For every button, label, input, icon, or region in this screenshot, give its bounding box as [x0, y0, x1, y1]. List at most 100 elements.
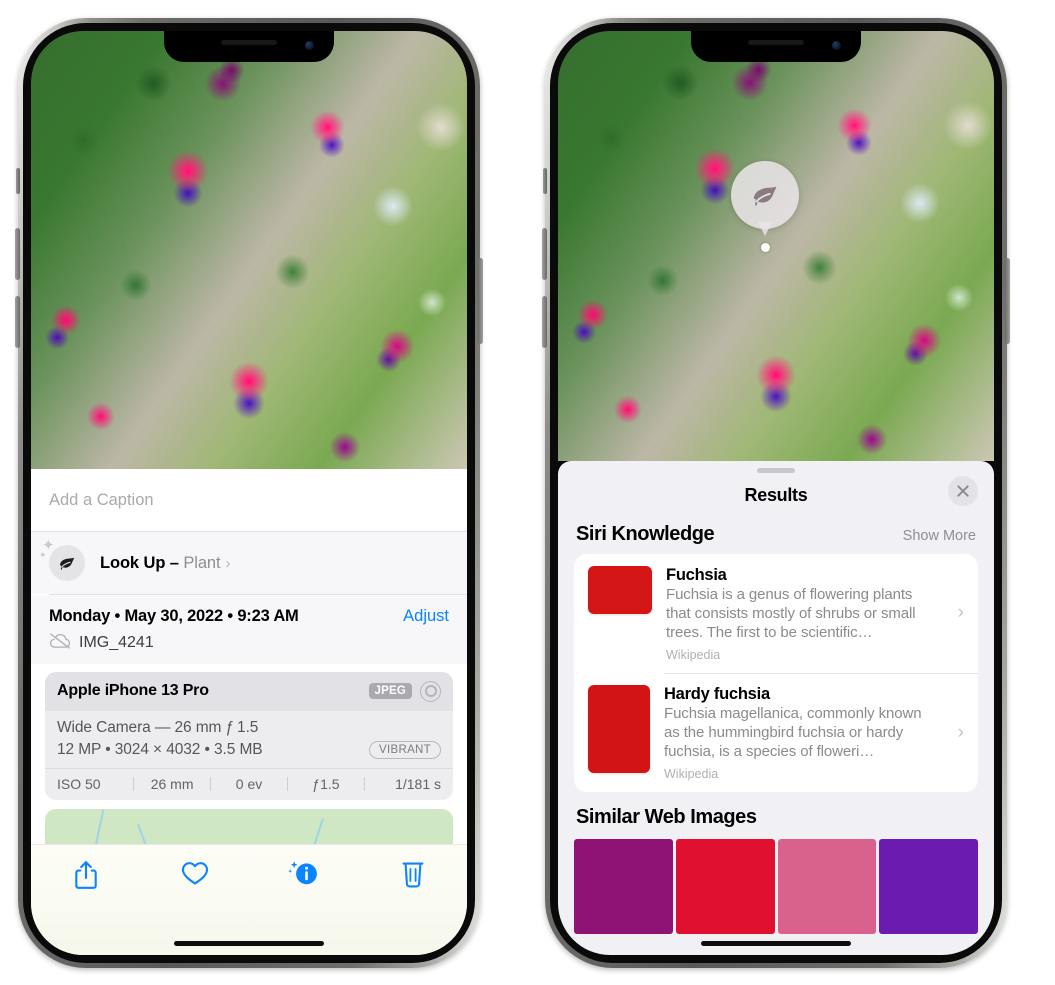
size-row: 12 MP • 3024 × 4032 • 3.5 MB VIBRANT: [57, 740, 441, 759]
delete-button[interactable]: [358, 859, 467, 889]
look-up-row[interactable]: ✦ ✦ Look Up – Plant ›: [31, 532, 467, 594]
exif-focal: 26 mm: [150, 775, 194, 792]
camera-card-body: Wide Camera — 26 mm ƒ 1.5 12 MP • 3024 ×…: [45, 711, 453, 768]
show-more-button[interactable]: Show More: [903, 528, 976, 544]
camera-card-header: Apple iPhone 13 Pro JPEG: [45, 671, 453, 711]
format-badge: JPEG: [368, 683, 412, 699]
result-text: Hardy fuchsia Fuchsia magellanica, commo…: [664, 685, 966, 781]
iphone-left: Add a Caption ✦ ✦ Look Up – Plant › Mond…: [15, 18, 483, 968]
similar-image-2[interactable]: [675, 838, 775, 934]
silent-switch[interactable]: [543, 168, 547, 194]
list-item[interactable]: Hardy fuchsia Fuchsia magellanica, commo…: [574, 673, 978, 792]
caption-row[interactable]: Add a Caption: [31, 469, 467, 532]
photo-viewer[interactable]: [31, 31, 467, 469]
exif-shutter: 1/181 s: [395, 775, 442, 792]
similar-image-1[interactable]: [574, 838, 673, 934]
camera-info-card: Apple iPhone 13 Pro JPEG Wide Camera — 2…: [45, 671, 453, 800]
device-name: Apple iPhone 13 Pro: [57, 682, 209, 699]
similar-image-3[interactable]: [777, 838, 877, 934]
lens-line: Wide Camera — 26 mm ƒ 1.5: [57, 718, 259, 736]
results-header: Results: [558, 473, 994, 517]
trash-icon: [402, 862, 423, 888]
volume-down-button[interactable]: [15, 296, 20, 348]
power-button[interactable]: [1005, 258, 1010, 344]
leaf-icon: [753, 186, 777, 206]
front-camera-icon: [832, 41, 841, 50]
similar-image-4[interactable]: [879, 838, 978, 934]
capture-date: Monday • May 30, 2022 • 9:23 AM: [49, 606, 299, 625]
file-name: IMG_4241: [79, 634, 154, 651]
result-source: Wikipedia: [666, 647, 721, 662]
icloud-slash-icon: [49, 632, 71, 654]
exif-aperture: ƒ1.5: [312, 775, 340, 792]
photo-info-sheet: Add a Caption ✦ ✦ Look Up – Plant › Mond…: [31, 469, 467, 955]
list-item[interactable]: Fuchsia Fuchsia is a genus of flowering …: [574, 554, 978, 673]
result-title: Fuchsia: [666, 566, 727, 584]
result-thumbnail: [588, 685, 650, 774]
result-thumbnail: [588, 566, 652, 614]
similar-web-images-header: Similar Web Images: [558, 792, 994, 835]
earpiece-speaker-icon: [221, 40, 277, 45]
front-camera-icon: [305, 41, 314, 50]
look-up-title: Look Up –: [100, 553, 184, 572]
section-title: Siri Knowledge: [576, 523, 715, 545]
metadata-date-row: Monday • May 30, 2022 • 9:23 AM Adjust: [49, 607, 449, 626]
notch: [164, 31, 334, 62]
notch: [691, 31, 861, 62]
caption-input[interactable]: Add a Caption: [49, 491, 154, 510]
photographic-style-badge: VIBRANT: [369, 740, 441, 759]
results-sheet: Results Siri Knowledge Show More Fuchsia…: [558, 461, 994, 955]
chevron-right-icon: ›: [957, 602, 964, 624]
section-title: Similar Web Images: [576, 805, 757, 828]
close-icon: [957, 485, 969, 497]
volume-down-button[interactable]: [542, 296, 547, 348]
chevron-right-icon: ›: [957, 721, 964, 743]
info-sparkle-icon: [287, 861, 317, 885]
adjust-button[interactable]: Adjust: [403, 607, 449, 626]
photo-toolbar: [31, 844, 467, 955]
close-button[interactable]: [948, 476, 978, 506]
power-button[interactable]: [478, 258, 483, 344]
earpiece-speaker-icon: [748, 40, 804, 45]
result-text: Fuchsia Fuchsia is a genus of flowering …: [666, 566, 966, 662]
screen-right: Results Siri Knowledge Show More Fuchsia…: [558, 31, 994, 955]
size-line: 12 MP • 3024 × 4032 • 3.5 MB: [57, 740, 263, 758]
heart-icon: [181, 862, 208, 885]
result-description: Fuchsia magellanica, commonly known as t…: [664, 705, 922, 760]
screen-left: Add a Caption ✦ ✦ Look Up – Plant › Mond…: [31, 31, 467, 955]
photo-overlay: [31, 31, 467, 469]
similar-images-grid: [558, 838, 994, 934]
favorite-button[interactable]: [140, 859, 249, 887]
silent-switch[interactable]: [16, 168, 20, 194]
result-title: Hardy fuchsia: [664, 685, 770, 704]
home-indicator[interactable]: [701, 941, 851, 946]
photo-metadata: Monday • May 30, 2022 • 9:23 AM Adjust I…: [31, 594, 467, 664]
metadata-file-row: IMG_4241: [49, 632, 449, 654]
result-description: Fuchsia is a genus of flowering plants t…: [666, 586, 916, 641]
share-icon: [74, 861, 97, 889]
exif-iso: ISO 50: [57, 775, 101, 792]
look-up-subject: Plant: [183, 553, 221, 572]
chevron-right-icon: ›: [225, 554, 231, 572]
visual-lookup-leaf-badge[interactable]: [731, 161, 799, 229]
visual-lookup-anchor-dot: [761, 243, 770, 252]
leaf-icon: [49, 545, 85, 581]
share-button[interactable]: [31, 859, 140, 891]
page-title: Results: [744, 484, 808, 505]
siri-knowledge-header: Siri Knowledge Show More: [558, 517, 994, 554]
raw-circle-icon: [420, 680, 441, 702]
look-up-icon-wrap: ✦ ✦: [39, 538, 85, 581]
volume-up-button[interactable]: [15, 228, 20, 280]
siri-knowledge-card: Fuchsia Fuchsia is a genus of flowering …: [574, 554, 978, 792]
camera-badges: JPEG: [368, 680, 441, 702]
exif-row: ISO 50 26 mm 0 ev ƒ1.5 1/181 s: [45, 767, 453, 800]
photo-image: [558, 31, 994, 461]
home-indicator[interactable]: [174, 941, 324, 946]
volume-up-button[interactable]: [542, 228, 547, 280]
look-up-label: Look Up – Plant: [100, 553, 221, 573]
result-source: Wikipedia: [664, 766, 719, 781]
iphone-right: Results Siri Knowledge Show More Fuchsia…: [542, 18, 1010, 968]
photo-viewer[interactable]: [558, 31, 994, 461]
sparkle-icon-small: ✦: [39, 550, 47, 560]
info-button[interactable]: [249, 859, 358, 889]
